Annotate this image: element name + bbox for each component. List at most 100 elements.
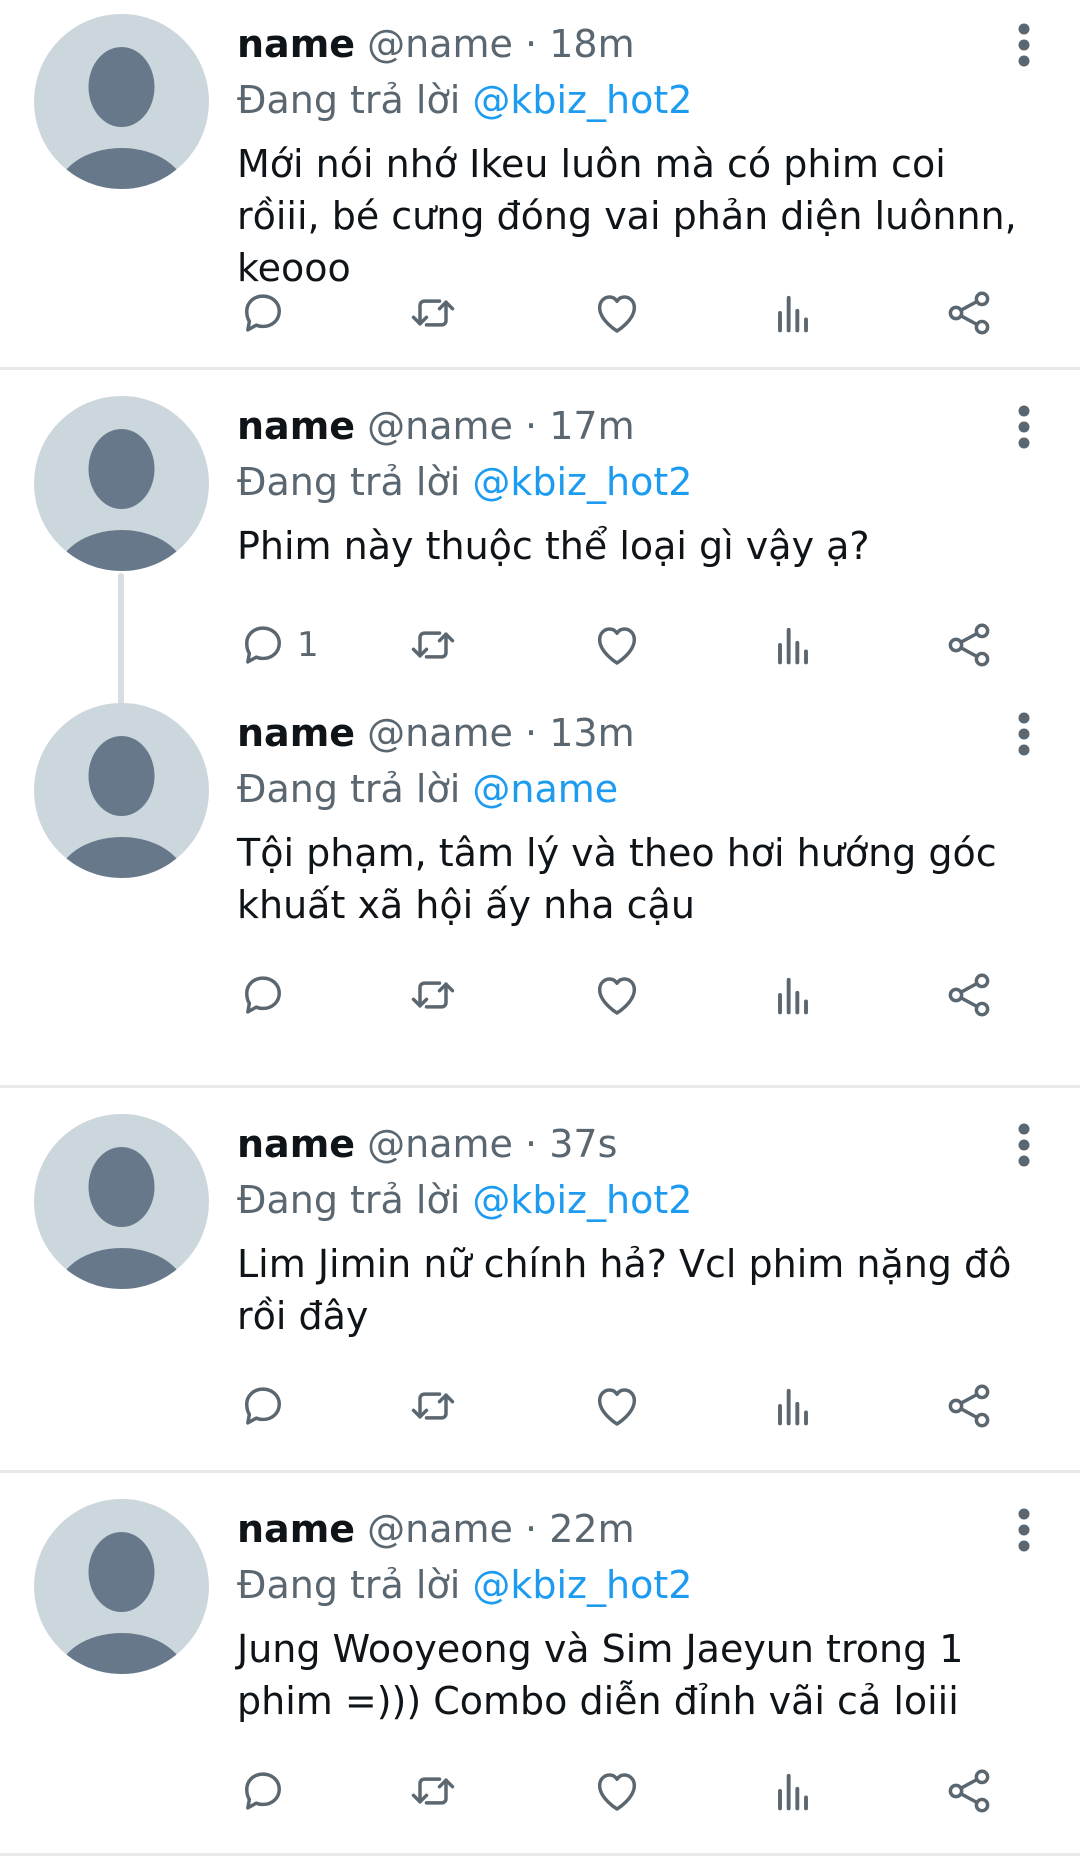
like-button[interactable] bbox=[591, 965, 643, 1025]
heart-icon bbox=[597, 627, 637, 665]
thread-line bbox=[118, 573, 124, 707]
more-vertical-icon bbox=[1018, 1123, 1030, 1167]
tweet[interactable]: name @name · 37s Đang trả lời @kbiz_hot2… bbox=[0, 1088, 1080, 1473]
tweet-header: name @name · 37s bbox=[237, 1114, 1042, 1174]
tweet[interactable]: name @name · 22m Đang trả lời @kbiz_hot2… bbox=[0, 1473, 1080, 1856]
default-avatar-icon bbox=[57, 47, 186, 189]
share-icon bbox=[948, 1384, 990, 1428]
replying-to-handle[interactable]: @kbiz_hot2 bbox=[472, 78, 692, 122]
tweet-actions bbox=[237, 1376, 1007, 1436]
retweet-button[interactable] bbox=[407, 615, 459, 675]
share-button[interactable] bbox=[943, 1761, 995, 1821]
replying-to: Đang trả lời @kbiz_hot2 bbox=[237, 1174, 1042, 1226]
share-icon bbox=[948, 623, 990, 667]
replying-to-label: Đang trả lời bbox=[237, 1563, 461, 1607]
avatar[interactable] bbox=[34, 1114, 209, 1289]
views-button[interactable] bbox=[767, 615, 819, 675]
timestamp[interactable]: 37s bbox=[549, 1122, 617, 1166]
avatar[interactable] bbox=[34, 1499, 209, 1674]
views-button[interactable] bbox=[767, 283, 819, 343]
retweet-icon bbox=[411, 1777, 455, 1805]
share-button[interactable] bbox=[943, 965, 995, 1025]
display-name[interactable]: name bbox=[237, 711, 355, 755]
views-button[interactable] bbox=[767, 1376, 819, 1436]
tweet-actions bbox=[237, 283, 1007, 343]
display-name[interactable]: name bbox=[237, 22, 355, 66]
replying-to-label: Đang trả lời bbox=[237, 1178, 461, 1222]
views-button[interactable] bbox=[767, 965, 819, 1025]
tweet-actions bbox=[237, 965, 1007, 1025]
timestamp[interactable]: 17m bbox=[549, 404, 634, 448]
tweet-text: Jung Wooyeong và Sim Jaeyun trong 1 phim… bbox=[237, 1627, 964, 1723]
like-button[interactable] bbox=[591, 283, 643, 343]
reply-button[interactable] bbox=[237, 965, 297, 1025]
tweet-header: name @name · 17m bbox=[237, 396, 1042, 456]
share-button[interactable] bbox=[943, 1376, 995, 1436]
reply-button[interactable] bbox=[237, 1376, 297, 1436]
more-vertical-icon bbox=[1018, 23, 1030, 67]
tweet[interactable]: name @name · 13m Đang trả lời @name Tội … bbox=[0, 703, 1080, 1088]
replying-to-handle[interactable]: @kbiz_hot2 bbox=[472, 460, 692, 504]
share-button[interactable] bbox=[943, 615, 995, 675]
tweet-content: name @name · 22m Đang trả lời @kbiz_hot2… bbox=[237, 1499, 1042, 1727]
bar-chart-icon bbox=[778, 627, 808, 665]
bar-chart-icon bbox=[778, 1388, 808, 1426]
replying-to-handle[interactable]: @kbiz_hot2 bbox=[472, 1178, 692, 1222]
more-vertical-icon bbox=[1018, 1508, 1030, 1552]
share-icon bbox=[948, 973, 990, 1017]
reply-button[interactable] bbox=[237, 283, 297, 343]
display-name[interactable]: name bbox=[237, 1507, 355, 1551]
avatar[interactable] bbox=[34, 703, 209, 878]
share-button[interactable] bbox=[943, 283, 995, 343]
display-name[interactable]: name bbox=[237, 1122, 355, 1166]
timestamp[interactable]: 13m bbox=[549, 711, 634, 755]
more-options-button[interactable] bbox=[1004, 1122, 1044, 1168]
more-options-button[interactable] bbox=[1004, 1507, 1044, 1553]
speech-bubble-icon bbox=[245, 976, 281, 1014]
tweet-header: name @name · 22m bbox=[237, 1499, 1042, 1559]
heart-icon bbox=[597, 1773, 637, 1811]
tweet[interactable]: name @name · 17m Đang trả lời @kbiz_hot2… bbox=[0, 370, 1080, 707]
replying-to: Đang trả lời @kbiz_hot2 bbox=[237, 1559, 1042, 1611]
retweet-button[interactable] bbox=[407, 1376, 459, 1436]
more-options-button[interactable] bbox=[1004, 711, 1044, 757]
retweet-icon bbox=[411, 1392, 455, 1420]
user-handle[interactable]: @name bbox=[367, 1507, 513, 1551]
views-button[interactable] bbox=[767, 1761, 819, 1821]
retweet-button[interactable] bbox=[407, 1761, 459, 1821]
retweet-button[interactable] bbox=[407, 965, 459, 1025]
retweet-button[interactable] bbox=[407, 283, 459, 343]
tweet-content: name @name · 18m Đang trả lời @kbiz_hot2… bbox=[237, 14, 1042, 294]
tweet-content: name @name · 17m Đang trả lời @kbiz_hot2… bbox=[237, 396, 1042, 572]
bar-chart-icon bbox=[778, 1773, 808, 1811]
user-handle[interactable]: @name bbox=[367, 22, 513, 66]
more-options-button[interactable] bbox=[1004, 22, 1044, 68]
user-handle[interactable]: @name bbox=[367, 1122, 513, 1166]
avatar[interactable] bbox=[34, 14, 209, 189]
avatar[interactable] bbox=[34, 396, 209, 571]
more-options-button[interactable] bbox=[1004, 404, 1044, 450]
replying-to-handle[interactable]: @name bbox=[472, 767, 618, 811]
like-button[interactable] bbox=[591, 1761, 643, 1821]
user-handle[interactable]: @name bbox=[367, 711, 513, 755]
tweet-text: Lim Jimin nữ chính hả? Vcl phim nặng đô … bbox=[237, 1242, 1012, 1338]
share-icon bbox=[948, 1769, 990, 1813]
more-vertical-icon bbox=[1018, 405, 1030, 449]
reply-button[interactable] bbox=[237, 1761, 297, 1821]
replying-to-label: Đang trả lời bbox=[237, 460, 461, 504]
tweet-header: name @name · 13m bbox=[237, 703, 1042, 763]
replying-to-label: Đang trả lời bbox=[237, 767, 461, 811]
like-button[interactable] bbox=[591, 615, 643, 675]
timestamp[interactable]: 18m bbox=[549, 22, 634, 66]
display-name[interactable]: name bbox=[237, 404, 355, 448]
replying-to-handle[interactable]: @kbiz_hot2 bbox=[472, 1563, 692, 1607]
like-button[interactable] bbox=[591, 1376, 643, 1436]
speech-bubble-icon bbox=[245, 1387, 281, 1425]
default-avatar-icon bbox=[57, 736, 186, 878]
tweet[interactable]: name @name · 18m Đang trả lời @kbiz_hot2… bbox=[0, 0, 1080, 370]
retweet-icon bbox=[411, 631, 455, 659]
timestamp[interactable]: 22m bbox=[549, 1507, 634, 1551]
separator-dot: · bbox=[525, 1507, 538, 1551]
reply-button[interactable]: 1 bbox=[237, 615, 319, 675]
user-handle[interactable]: @name bbox=[367, 404, 513, 448]
